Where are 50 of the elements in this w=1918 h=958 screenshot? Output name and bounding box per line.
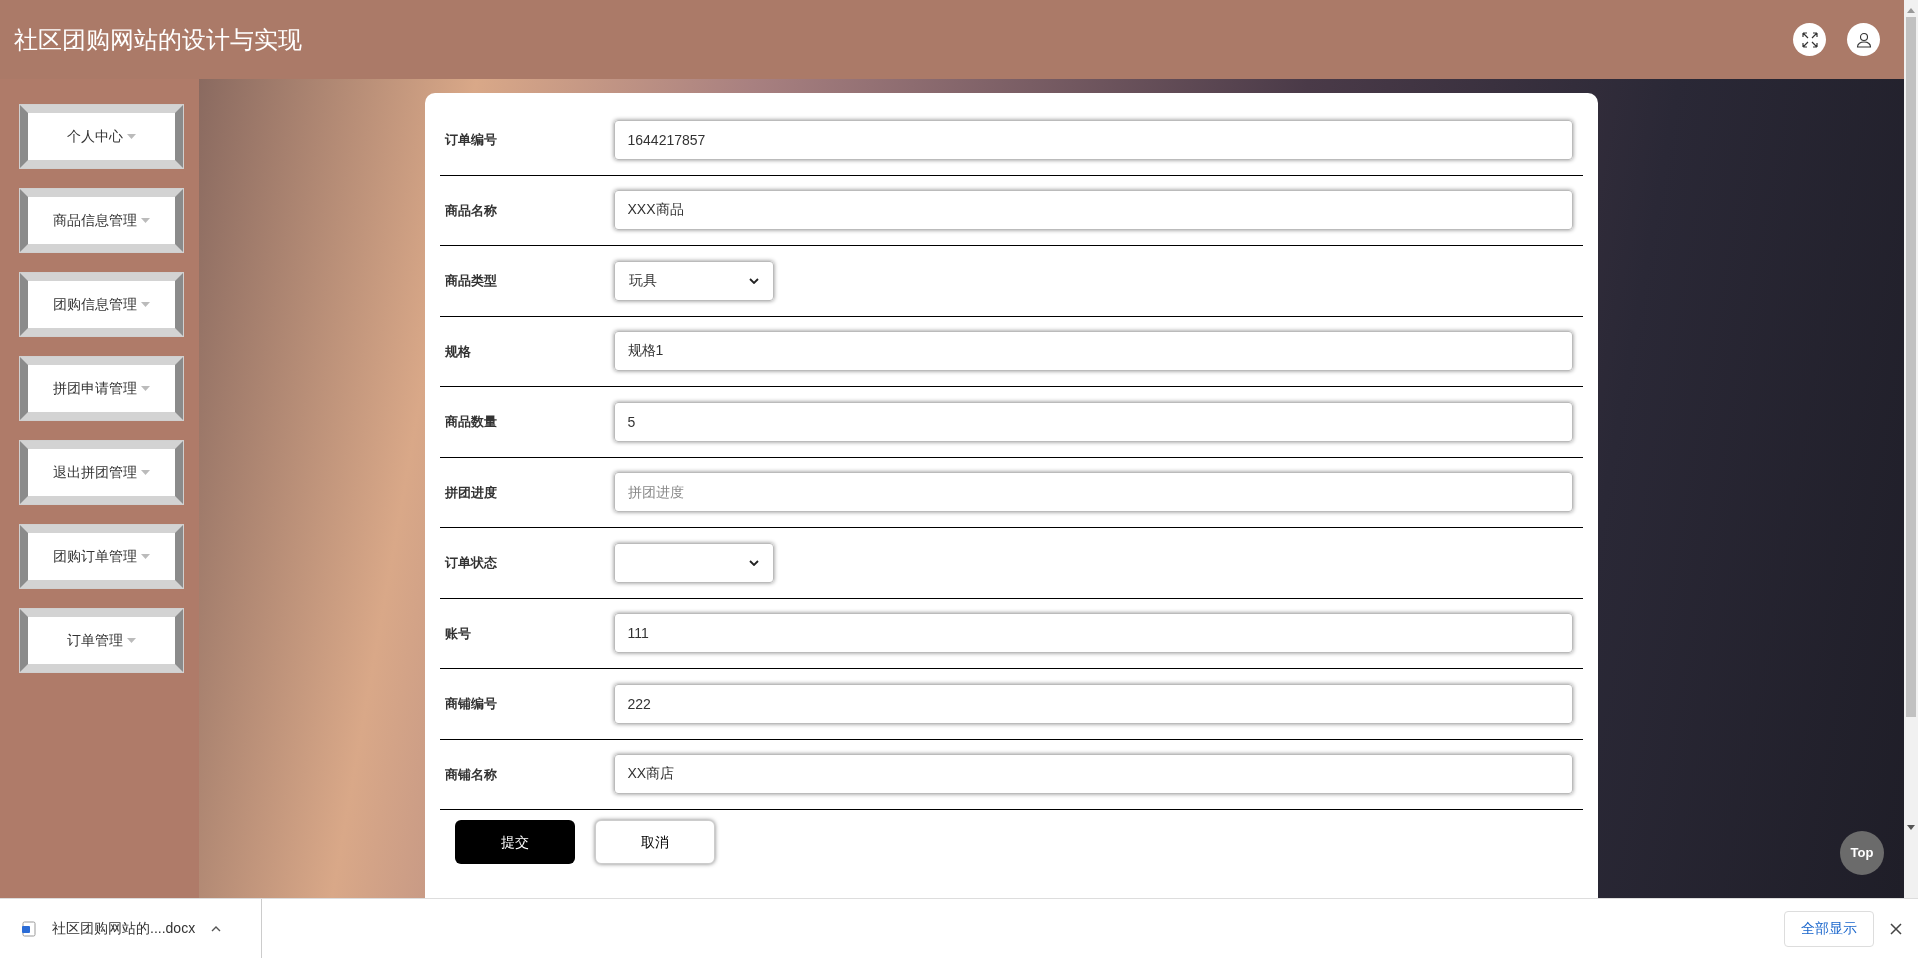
field-label: 规格 bbox=[444, 342, 472, 361]
caret-icon bbox=[141, 386, 150, 391]
input-field[interactable]: 1644217857 bbox=[613, 119, 1573, 160]
field-label: 商铺名称 bbox=[444, 765, 498, 784]
submit-button[interactable]: 提交 bbox=[454, 820, 575, 864]
caret-icon bbox=[141, 302, 150, 307]
sidebar-menu-button[interactable]: 个人中心 bbox=[20, 105, 183, 168]
close-icon[interactable] bbox=[1890, 922, 1902, 935]
field-label: 订单状态 bbox=[444, 554, 498, 572]
field-label: 账号 bbox=[444, 624, 472, 643]
input-field[interactable]: XXX商品 bbox=[613, 190, 1573, 231]
sidebar-menu-button[interactable]: 拼团申请管理 bbox=[20, 357, 183, 420]
fullscreen-button[interactable] bbox=[1793, 23, 1826, 56]
sidebar-menu-button[interactable]: 退出拼团管理 bbox=[20, 441, 183, 504]
chevron-up-icon[interactable] bbox=[211, 925, 222, 932]
chevron-down-icon bbox=[748, 559, 759, 566]
scroll-down-icon bbox=[1907, 825, 1915, 830]
field-label: 商品类型 bbox=[444, 272, 498, 290]
input-field[interactable]: 规格1 bbox=[613, 331, 1573, 372]
cancel-button[interactable]: 取消 bbox=[594, 820, 715, 864]
input-field[interactable]: 222 bbox=[613, 683, 1573, 724]
caret-icon bbox=[127, 134, 136, 139]
input-field[interactable]: XX商店 bbox=[613, 754, 1573, 795]
caret-icon bbox=[127, 638, 136, 643]
sidebar-menu-button[interactable]: 团购订单管理 bbox=[20, 525, 183, 588]
select-dropdown[interactable]: 玩具 bbox=[613, 260, 774, 301]
chevron-down-icon bbox=[748, 277, 759, 284]
sidebar-menu-button[interactable]: 商品信息管理 bbox=[20, 189, 183, 252]
input-field[interactable]: 111 bbox=[613, 613, 1573, 654]
field-label: 订单编号 bbox=[444, 131, 498, 149]
sidebar-menu-button[interactable]: 团购信息管理 bbox=[20, 273, 183, 336]
field-label: 商品数量 bbox=[444, 413, 498, 431]
field-label: 商品名称 bbox=[444, 201, 498, 220]
input-field[interactable]: 5 bbox=[613, 401, 1573, 442]
sidebar-menu-button[interactable]: 订单管理 bbox=[20, 609, 183, 672]
document-icon bbox=[22, 920, 36, 937]
back-to-top-button[interactable]: Top bbox=[1840, 831, 1884, 875]
expand-icon bbox=[1801, 31, 1818, 48]
user-button[interactable] bbox=[1847, 23, 1880, 56]
user-icon bbox=[1855, 31, 1872, 48]
input-field[interactable]: 拼团进度 bbox=[613, 472, 1573, 513]
show-all-button[interactable]: 全部显示 bbox=[1784, 910, 1874, 947]
site-title: 社区团购网站的设计与实现 bbox=[14, 24, 302, 55]
caret-icon bbox=[141, 218, 150, 223]
caret-icon bbox=[141, 554, 150, 559]
field-label: 商铺编号 bbox=[444, 695, 498, 713]
scroll-up-icon bbox=[1907, 8, 1915, 13]
download-file-name[interactable]: 社区团购网站的....docx bbox=[52, 918, 196, 939]
field-label: 拼团进度 bbox=[444, 483, 498, 502]
caret-icon bbox=[141, 470, 150, 475]
